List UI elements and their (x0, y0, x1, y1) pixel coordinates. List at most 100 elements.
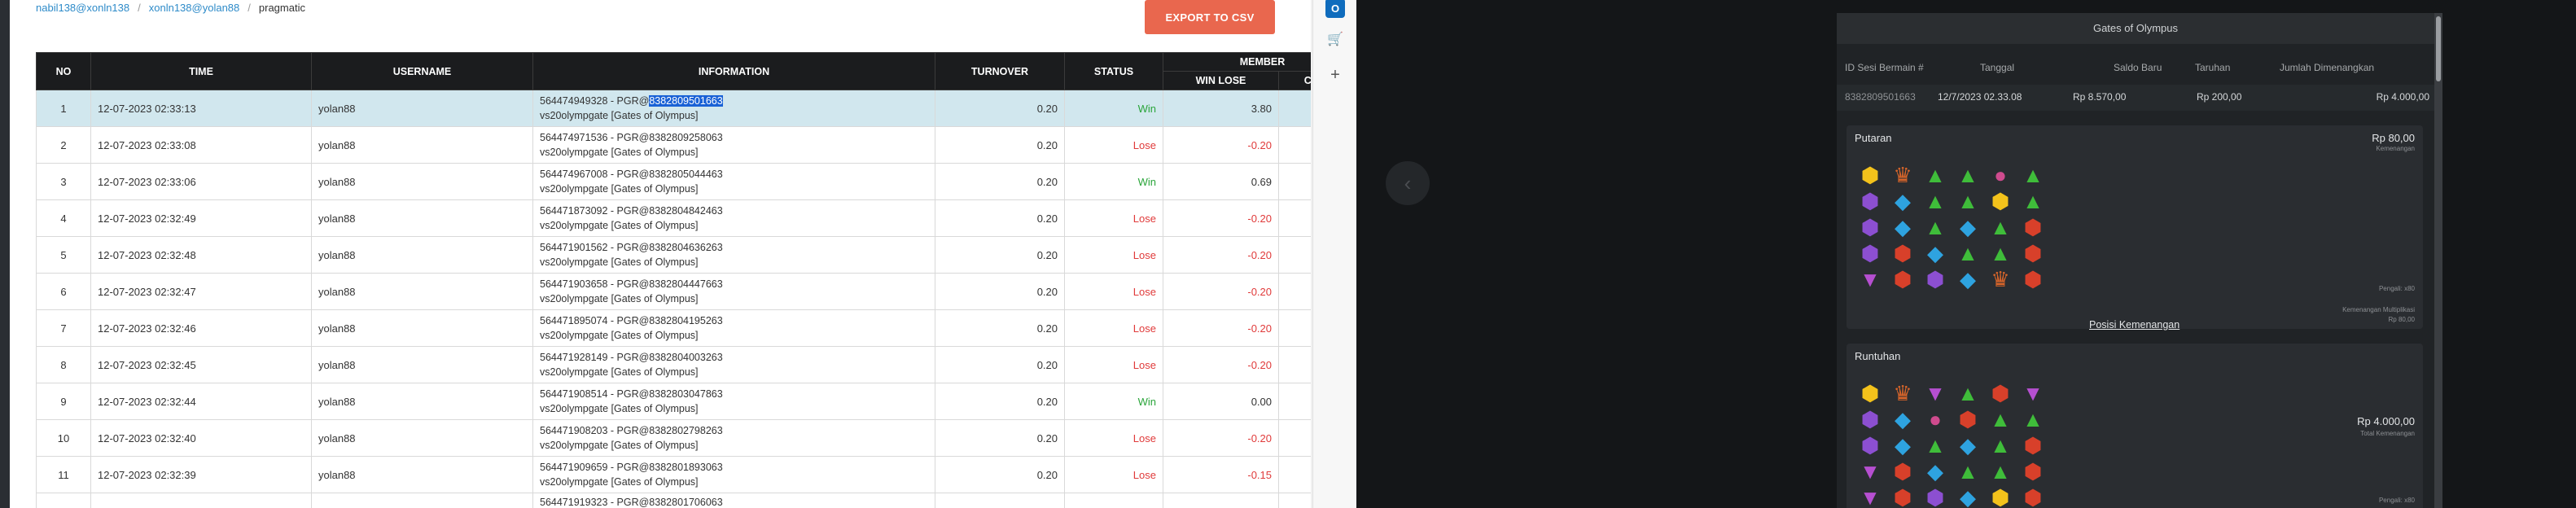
gem-icon: ▲ (1957, 458, 1978, 484)
modal-scrollbar-thumb[interactable] (2436, 16, 2441, 81)
gem-icon: ◆ (1960, 266, 1976, 291)
cell-win-lose: -0.20 (1163, 273, 1279, 310)
gem-icon: ⬢ (1925, 266, 1945, 291)
spin-title: Putaran (1855, 132, 1892, 144)
gem-icon: ⬢ (2023, 214, 2043, 239)
gem-icon: ⬢ (1893, 266, 1912, 291)
cell-no: 7 (36, 309, 91, 347)
cell-no: 2 (36, 126, 91, 164)
breadcrumb-link-user[interactable]: xonln138@yolan88 (149, 2, 240, 14)
cell-username: yolan88 (311, 236, 533, 274)
cell-time: 12-07-2023 02:32:45 (90, 346, 312, 383)
cell-information: 564471919323 - PGR@8382801706063 (532, 493, 935, 508)
gem-icon: ▲ (1925, 162, 1946, 187)
info-line-2: vs20olympgate [Gates of Olympus] (540, 293, 699, 304)
cell-time: 12-07-2023 02:32:49 (90, 199, 312, 237)
gem-icon: ⬢ (1860, 214, 1880, 239)
export-csv-button[interactable]: EXPORT TO CSV (1145, 0, 1275, 34)
cell-no: 11 (36, 456, 91, 493)
value-new-balance: Rp 8.570,00 (2073, 91, 2127, 103)
winning-positions-link[interactable]: Posisi Kemenangan (2089, 319, 2180, 331)
header-new-balance: Saldo Baru (2114, 62, 2162, 73)
cell-username: yolan88 (311, 309, 533, 347)
chevron-left-icon[interactable]: ‹ (1386, 161, 1430, 205)
cell-status: Lose (1064, 419, 1163, 457)
gem-icon: ▲ (1925, 188, 1946, 213)
cell-information: 564471903658 - PGR@8382804447663 vs20olym… (532, 273, 935, 310)
selected-text: 8382809501663 (649, 95, 723, 107)
table-row[interactable]: 4 12-07-2023 02:32:49 yolan88 5644718730… (36, 199, 1362, 237)
table-row[interactable]: 2 12-07-2023 02:33:08 yolan88 5644749715… (36, 126, 1362, 164)
cell-username: yolan88 (311, 126, 533, 164)
gem-icon: ⬢ (1860, 162, 1880, 187)
gem-icon: ▲ (2022, 162, 2044, 187)
table-row[interactable]: 11 12-07-2023 02:32:39 yolan88 564471909… (36, 456, 1362, 493)
cell-information: 564471901562 - PGR@8382804636263 vs20olym… (532, 236, 935, 274)
col-username: USERNAME (311, 52, 533, 90)
table-row[interactable]: 564471919323 - PGR@8382801706063 (36, 493, 1362, 508)
modal-scrollbar[interactable] (2434, 13, 2442, 508)
cell-win-lose: 0.69 (1163, 163, 1279, 200)
cell-time: 12-07-2023 02:32:39 (90, 456, 312, 493)
cell-username: yolan88 (311, 383, 533, 420)
info-line-1: 564474971536 - PGR@8382809258063 (540, 132, 723, 143)
gem-icon: ◆ (1895, 214, 1911, 239)
info-line-2: vs20olympgate [Gates of Olympus] (540, 220, 699, 231)
table-row[interactable]: 1 12-07-2023 02:33:13 yolan88 5644749493… (36, 90, 1362, 127)
info-line-1: 564471928149 - PGR@8382804003263 (540, 352, 723, 363)
cell-win-lose: -0.20 (1163, 309, 1279, 347)
cell-time (90, 493, 312, 508)
info-line-2: vs20olympgate [Gates of Olympus] (540, 183, 699, 195)
cell-turnover: 0.20 (935, 273, 1065, 310)
cell-win-lose (1163, 493, 1279, 508)
gem-icon: ◆ (1927, 458, 1943, 484)
gem-icon: ⬢ (1860, 380, 1880, 405)
header-date: Tanggal (1980, 62, 2015, 73)
info-line-1: 564471909659 - PGR@8382801893063 (540, 462, 723, 473)
gem-icon: ◆ (1927, 240, 1943, 265)
table-row[interactable]: 9 12-07-2023 02:32:44 yolan88 5644719085… (36, 383, 1362, 420)
outlook-icon[interactable]: O (1325, 0, 1345, 18)
gem-icon: ⬢ (2023, 240, 2043, 265)
info-line-2: vs20olympgate [Gates of Olympus] (540, 403, 699, 414)
cell-turnover: 0.20 (935, 383, 1065, 420)
cell-time: 12-07-2023 02:32:46 (90, 309, 312, 347)
cell-no (36, 493, 91, 508)
table-row[interactable]: 5 12-07-2023 02:32:48 yolan88 5644719015… (36, 236, 1362, 274)
gem-icon: ▼ (1860, 458, 1881, 484)
breadcrumb-link-agent[interactable]: nabil138@xonln138 (36, 2, 129, 14)
gem-icon: ◆ (1895, 432, 1911, 458)
gem-icon: ▲ (1990, 406, 2011, 431)
breadcrumb-separator: / (138, 2, 141, 14)
table-row[interactable]: 7 12-07-2023 02:32:46 yolan88 5644718950… (36, 309, 1362, 347)
col-no: NO (36, 52, 91, 90)
chalice-icon: ● (1929, 406, 1942, 431)
cell-status: Lose (1064, 236, 1163, 274)
game-title: Gates of Olympus (1837, 13, 2434, 44)
gem-icon: ▲ (1957, 380, 1978, 405)
table-row[interactable]: 10 12-07-2023 02:32:40 yolan88 564471908… (36, 419, 1362, 457)
cell-win-lose: -0.20 (1163, 199, 1279, 237)
gem-icon: ◆ (1960, 214, 1976, 239)
transactions-table: NO TIME USERNAME INFORMATION TURNOVER ST… (36, 52, 1362, 508)
col-status: STATUS (1064, 52, 1163, 90)
table-row[interactable]: 8 12-07-2023 02:32:45 yolan88 5644719281… (36, 346, 1362, 383)
gem-icon: ▼ (2022, 380, 2044, 405)
cell-information: 564471928149 - PGR@8382804003263 vs20olym… (532, 346, 935, 383)
info-line-2: vs20olympgate [Gates of Olympus] (540, 330, 699, 341)
cell-time: 12-07-2023 02:33:13 (90, 90, 312, 127)
gem-icon: ⬢ (1991, 188, 2010, 213)
table-row[interactable]: 3 12-07-2023 02:33:06 yolan88 5644749670… (36, 163, 1362, 200)
info-line-1: 564471901562 - PGR@8382804636263 (540, 242, 723, 253)
spin-multiplier: Pengali: x80 (2378, 285, 2415, 292)
gem-icon: ▲ (1957, 162, 1978, 187)
cell-username: yolan88 (311, 163, 533, 200)
cell-turnover: 0.20 (935, 90, 1065, 127)
gem-icon: ▲ (2022, 406, 2044, 431)
add-icon[interactable]: + (1325, 65, 1345, 85)
table-row[interactable]: 6 12-07-2023 02:32:47 yolan88 5644719036… (36, 273, 1362, 310)
tumble-multiplier: Pengali: x80 (2378, 497, 2415, 504)
shopping-cart-icon[interactable]: 🛒 (1325, 29, 1345, 49)
cell-username (311, 493, 533, 508)
cell-time: 12-07-2023 02:33:08 (90, 126, 312, 164)
